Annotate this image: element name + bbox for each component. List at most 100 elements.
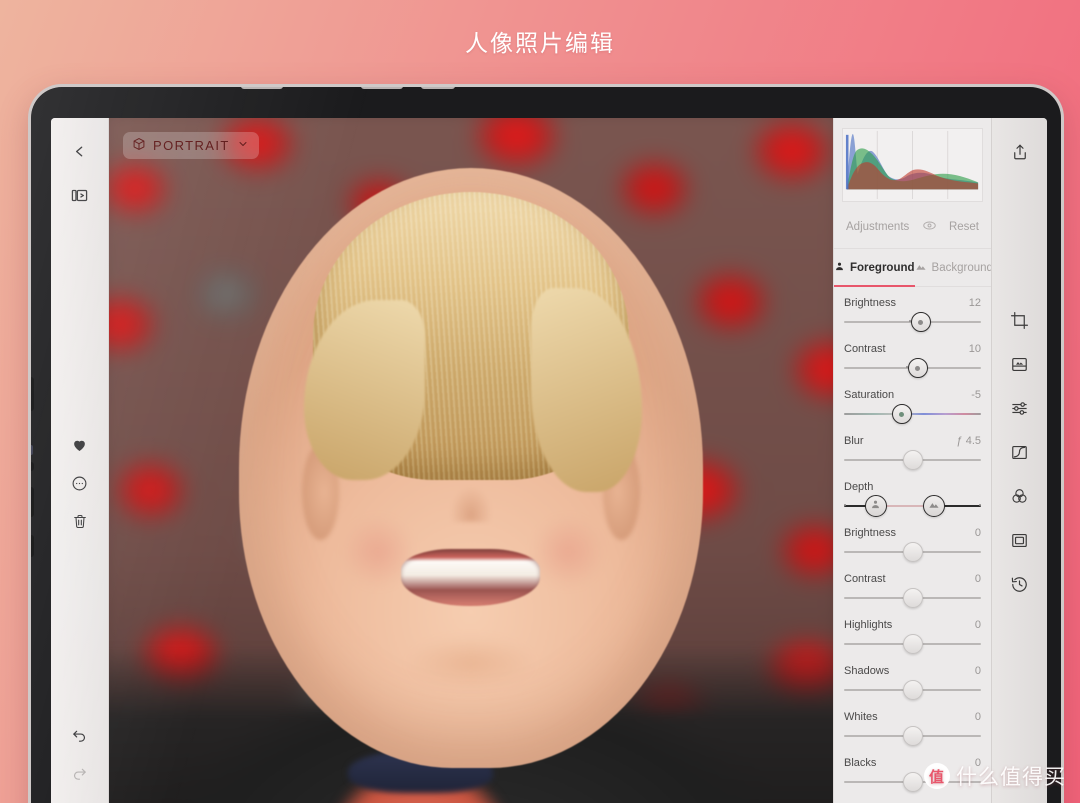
device-side-button-2 (31, 462, 34, 471)
color-wheel-icon[interactable] (1000, 476, 1040, 516)
slider-list: Brightness 12 Contrast 10 Saturation -5 Blur ƒ … (834, 287, 991, 803)
slider-row: Contrast 10 (844, 343, 981, 355)
slider-contrast-6: Contrast 0 (844, 573, 981, 608)
slider-label: Contrast (844, 573, 886, 585)
slider-shadows-8: Shadows 0 (844, 665, 981, 700)
slider-row: Blacks 0 (844, 757, 981, 769)
slider-handle[interactable] (902, 680, 923, 700)
slider-handle[interactable] (902, 588, 923, 608)
share-icon[interactable] (1000, 132, 1040, 172)
compare-icon[interactable] (61, 792, 99, 803)
slider-value: 12 (968, 297, 981, 309)
portrait-photo (109, 118, 833, 803)
page-title: 人像照片编辑 (465, 31, 615, 57)
slider-track[interactable] (844, 680, 981, 700)
histogram-container (834, 118, 991, 208)
photo-chin (406, 635, 536, 690)
left-toolbar (51, 118, 109, 803)
portrait-badge-label: PORTRAIT (153, 138, 230, 153)
mountain-icon (915, 261, 927, 275)
slider-value: 0 (974, 573, 981, 585)
back-icon[interactable] (61, 132, 99, 170)
slider-label: Shadows (844, 665, 890, 677)
app-screen: PORTRAIT Adjustments Reset Foreground Ba… (51, 118, 1047, 803)
slider-handle[interactable] (902, 542, 923, 562)
gradient-icon[interactable] (1000, 344, 1040, 384)
photo-face (239, 167, 703, 768)
person-icon (834, 261, 845, 275)
filmstrip-icon[interactable] (61, 176, 99, 214)
slider-whites-9: Whites 0 (844, 711, 981, 746)
slider-tick-start (844, 504, 846, 506)
redo-icon[interactable] (61, 754, 99, 792)
slider-handle[interactable] (902, 772, 923, 792)
vignette-icon[interactable] (1000, 520, 1040, 560)
slider-row: Blur ƒ 4.5 (844, 435, 981, 447)
slider-depth-4: Depth (844, 481, 981, 517)
slider-row: Whites 0 (844, 711, 981, 723)
slider-label: Saturation (844, 389, 895, 401)
slider-handle[interactable] (910, 312, 931, 332)
favorite-icon[interactable] (61, 426, 99, 464)
photo-canvas[interactable]: PORTRAIT (109, 118, 833, 803)
adjustments-header: Adjustments Reset (834, 208, 991, 249)
slider-row: Contrast 0 (844, 573, 981, 585)
histogram-chart (842, 128, 983, 202)
histogram-clip-marker (845, 134, 849, 190)
slider-track[interactable] (844, 404, 981, 424)
tools-toolbar (991, 118, 1047, 803)
slider-row: Brightness 0 (844, 527, 981, 539)
slider-row: Shadows 0 (844, 665, 981, 677)
reset-button[interactable]: Reset (949, 221, 979, 233)
slider-handle[interactable] (891, 404, 912, 424)
tab-background-label: Background (931, 262, 991, 274)
photo-cheek-right (531, 515, 606, 588)
slider-row: Brightness 12 (844, 297, 981, 309)
slider-handle[interactable] (902, 726, 923, 746)
slider-label: Brightness (844, 527, 896, 539)
slider-brightness-0: Brightness 12 (844, 297, 981, 332)
slider-track[interactable] (844, 495, 981, 517)
slider-value: 0 (974, 527, 981, 539)
adjustments-title: Adjustments (846, 221, 910, 233)
undo-icon[interactable] (61, 716, 99, 754)
device-side-button-1 (31, 377, 34, 411)
slider-depth-handle-b[interactable] (923, 495, 946, 517)
portrait-mode-badge[interactable]: PORTRAIT (123, 132, 259, 159)
slider-track[interactable] (844, 634, 981, 654)
photo-mouth (401, 548, 541, 606)
device-top-button-1 (241, 87, 283, 89)
slider-label: Blacks (844, 757, 877, 769)
device-top-button-2 (361, 87, 403, 89)
slider-track[interactable] (844, 542, 981, 562)
slider-track[interactable] (844, 450, 981, 470)
device-top-button-3 (421, 87, 455, 89)
crop-icon[interactable] (1000, 300, 1040, 340)
curves-icon[interactable] (1000, 432, 1040, 472)
slider-track[interactable] (844, 312, 981, 332)
tab-foreground[interactable]: Foreground (834, 249, 915, 287)
adjust-icon[interactable] (1000, 388, 1040, 428)
tab-foreground-label: Foreground (850, 262, 915, 274)
device-side-button-4 (31, 535, 34, 557)
delete-icon[interactable] (61, 502, 99, 540)
slider-blur-3: Blur ƒ 4.5 (844, 435, 981, 470)
slider-handle[interactable] (907, 358, 928, 378)
device-side-indicator (31, 445, 33, 455)
slider-track[interactable] (844, 772, 981, 792)
mountain-icon (928, 497, 940, 515)
slider-handle[interactable] (902, 634, 923, 654)
eye-icon[interactable] (922, 218, 937, 236)
slider-track[interactable] (844, 726, 981, 746)
history-icon[interactable] (1000, 564, 1040, 604)
slider-handle[interactable] (902, 450, 923, 470)
slider-value: 0 (974, 711, 981, 723)
more-icon[interactable] (61, 464, 99, 502)
slider-track-line (844, 413, 981, 415)
slider-track[interactable] (844, 588, 981, 608)
slider-depth-handle-a[interactable] (864, 495, 887, 517)
tab-background[interactable]: Background (915, 249, 991, 286)
slider-value: 10 (968, 343, 981, 355)
adjustments-panel: Adjustments Reset Foreground Background … (833, 118, 991, 803)
slider-track[interactable] (844, 358, 981, 378)
